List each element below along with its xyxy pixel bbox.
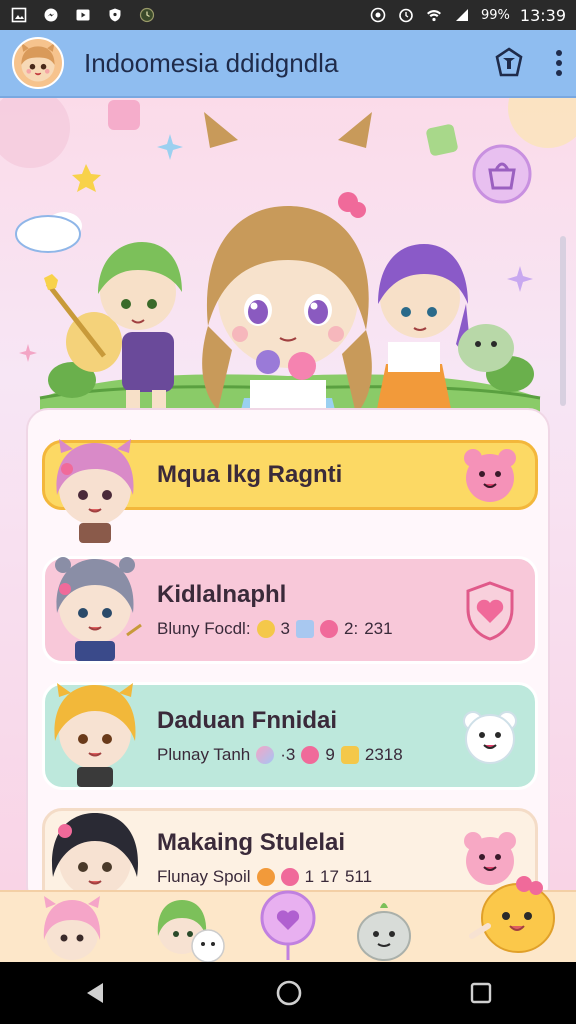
card-stat: ·3 [280, 745, 296, 764]
card-stat: 511 [344, 867, 373, 886]
card-subtitle-label: Flunay Spoil [157, 867, 251, 886]
card-subtitle: Bluny Focdl: 3 2: 231 [157, 619, 393, 639]
logo-badge-icon[interactable] [492, 46, 526, 80]
green-hair-bear-character-icon[interactable] [152, 888, 228, 964]
card-stat: 17 [320, 867, 339, 886]
list-item-card[interactable]: Mqua lkg Ragnti [42, 439, 538, 543]
status-time: 13:39 [519, 5, 566, 25]
pink-cat-character-icon[interactable] [34, 888, 110, 964]
card-subtitle: Plunay Tanh ·3 9 2318 [157, 745, 403, 765]
shield-icon [106, 7, 124, 23]
shopping-bag-icon [472, 144, 532, 204]
system-nav-bar [0, 962, 576, 1024]
gray-ghost-character-icon[interactable] [346, 888, 422, 964]
black-hair-character-icon [52, 813, 138, 890]
candy-icon [256, 868, 275, 886]
gray-hair-character-icon [55, 557, 142, 661]
card-title: Makaing Stulelai [157, 829, 346, 856]
avatar-face-icon [21, 42, 55, 82]
coin-icon [340, 746, 359, 764]
home-icon[interactable] [275, 979, 303, 1007]
card-subtitle: Flunay Spoil 1 17 511 [157, 867, 372, 887]
character-dock [0, 876, 576, 964]
card-stat: 2318 [364, 745, 403, 764]
heart-shield-icon [466, 581, 514, 641]
battery-percent: 99% [480, 7, 510, 23]
heart-icon [301, 746, 320, 764]
app-bar-actions [492, 46, 564, 80]
candy-icon [256, 746, 275, 764]
sparkle-icon [157, 134, 183, 160]
more-vert-icon[interactable] [554, 49, 564, 77]
cloud-icon [15, 212, 82, 253]
avatar[interactable] [12, 37, 64, 89]
content-list: Mqua lkg Ragnti Kidlalnaphl Bluny Focdl:… [26, 408, 550, 890]
card-title: Daduan Fnnidai [157, 707, 337, 734]
card-title: Kidlalnaphl [157, 581, 287, 608]
pink-bear-face-icon [464, 449, 516, 502]
alarm-icon [397, 7, 415, 23]
notification-icons [10, 7, 156, 23]
card-title: Mqua lkg Ragnti [157, 461, 343, 488]
card-stat: 231 [364, 619, 393, 638]
card-stat: 3 [280, 619, 291, 638]
card-text: Mqua lkg Ragnti [157, 461, 342, 489]
app-title: Indoomesia ddidgndla [84, 47, 339, 78]
photo-icon [10, 7, 28, 23]
list-item-card[interactable]: Kidlalnaphl Bluny Focdl: 3 2: 231 [42, 556, 538, 664]
card-stat: 1 [304, 867, 315, 886]
heart-icon [280, 868, 299, 886]
card-text: Kidlalnaphl Bluny Focdl: 3 2: 231 [157, 581, 393, 639]
star-icon [296, 620, 315, 638]
play-icon [74, 7, 92, 23]
clock-icon [138, 7, 156, 23]
globe-icon [256, 620, 275, 638]
white-bear-face-icon [463, 711, 517, 764]
sparkle-icon [19, 344, 37, 362]
card-stat: 2: [344, 619, 359, 638]
wifi-icon [425, 7, 443, 23]
heart-icon [320, 620, 339, 638]
card-text: Makaing Stulelai Flunay Spoil 1 17 511 [157, 829, 372, 887]
card-subtitle-label: Bluny Focdl: [157, 619, 251, 638]
yellow-chick-mascot-icon[interactable] [466, 866, 562, 962]
card-subtitle-label: Plunay Tanh [157, 745, 251, 764]
messenger-icon [42, 7, 60, 23]
card-text: Daduan Fnnidai Plunay Tanh ·3 9 2318 [157, 707, 403, 765]
star-icon [72, 164, 101, 192]
app-bar: Indoomesia ddidgndla [0, 30, 576, 98]
status-bar: 99% 13:39 [0, 0, 576, 30]
favorite-bubble-button-icon[interactable] [250, 888, 326, 964]
hotspot-icon [369, 7, 387, 23]
pink-hair-character-icon [56, 439, 134, 543]
blonde-hair-character-icon [54, 683, 136, 787]
signal-icon [453, 7, 471, 23]
card-stat: 9 [325, 745, 335, 764]
list-item-card[interactable]: Daduan Fnnidai Plunay Tanh ·3 9 2318 [42, 682, 538, 790]
system-icons: 99% 13:39 [369, 6, 566, 25]
main-content[interactable]: Mqua lkg Ragnti Kidlalnaphl Bluny Focdl:… [0, 98, 576, 890]
sparkle-icon [507, 266, 533, 292]
scrollbar[interactable] [560, 236, 566, 406]
list-item-card[interactable]: Makaing Stulelai Flunay Spoil 1 17 511 [42, 808, 538, 890]
back-icon[interactable] [83, 980, 109, 1006]
recents-icon[interactable] [469, 981, 493, 1005]
hero-illustration [0, 98, 576, 438]
